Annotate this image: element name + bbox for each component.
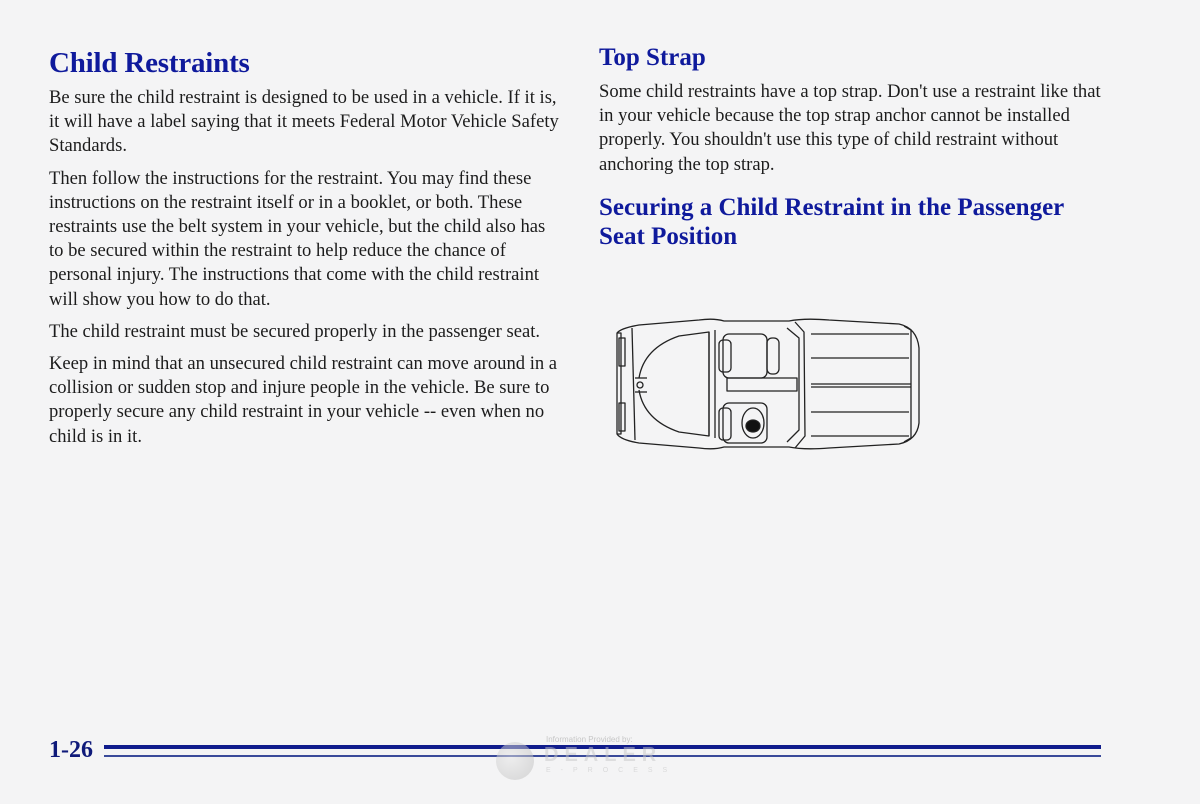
watermark-provided-text: Information Provided by: [546,735,633,744]
dealer-logo-icon [496,742,534,780]
vehicle-top-view-illustration [599,308,924,458]
dealer-watermark: Information Provided by: DEALER E-PROCES… [494,733,704,783]
paragraph-follow-instructions: Then follow the instructions for the res… [49,167,546,310]
page-title: Child Restraints [49,47,250,79]
securing-heading: Securing a Child Restraint in the Passen… [599,193,1064,250]
watermark-subtitle: E-PROCESS [546,767,678,774]
top-strap-heading: Top Strap [599,44,706,71]
paragraph-secured-properly: The child restraint must be secured prop… [49,320,541,342]
manual-page: Child Restraints Be sure the child restr… [0,0,1200,804]
right-column: Top Strap Some child restraints have a t… [599,40,1114,251]
left-column: Child Restraints Be sure the child restr… [49,40,564,457]
paragraph-label-standards: Be sure the child restraint is designed … [49,87,559,157]
page-number: 1-26 [49,737,93,763]
watermark-brand: DEALER [544,744,663,766]
top-strap-paragraph: Some child restraints have a top strap. … [599,81,1101,175]
paragraph-unsecured-warning: Keep in mind that an unsecured child res… [49,353,558,447]
car-top-view-icon [616,318,920,450]
